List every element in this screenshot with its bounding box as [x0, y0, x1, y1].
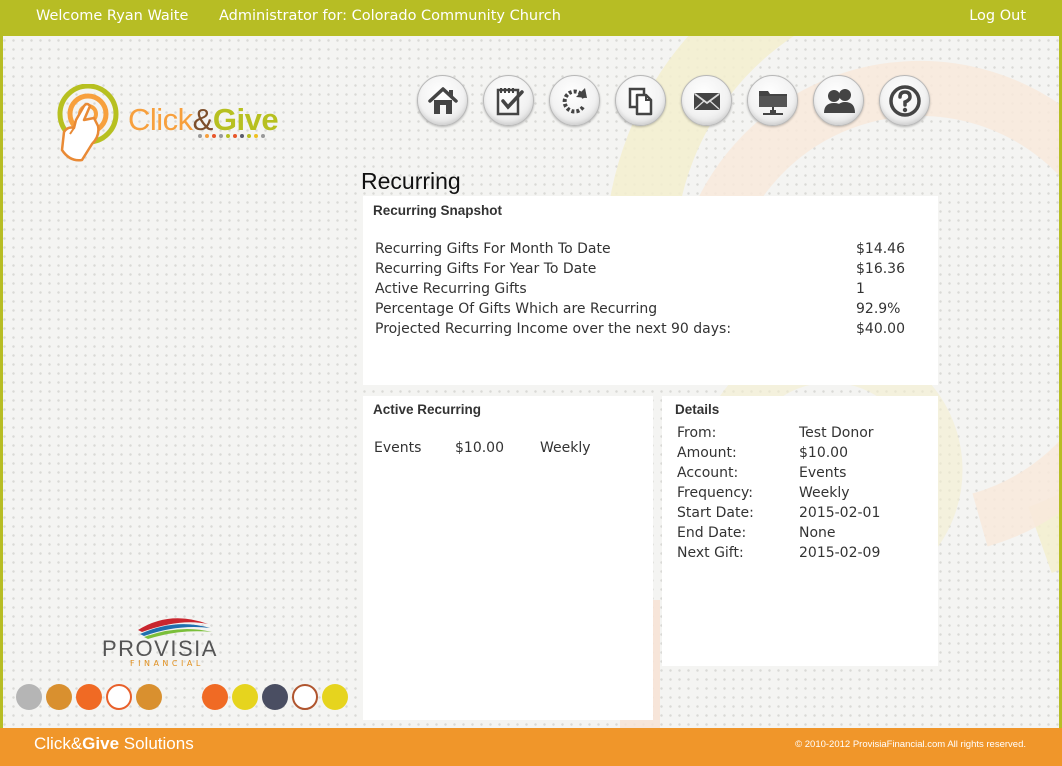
snapshot-row: Projected Recurring Income over the next…	[375, 321, 920, 341]
active-recurring-panel: Active Recurring Events $10.00 Weekly	[363, 396, 653, 720]
color-dot	[232, 684, 258, 710]
active-recurring-heading: Active Recurring	[373, 402, 482, 417]
color-dots-right	[202, 684, 348, 710]
recurring-frequency: Weekly	[540, 440, 591, 456]
provisia-logo: PROVISIA FINANCIAL	[100, 612, 250, 672]
snapshot-label: Recurring Gifts For Year To Date	[375, 261, 597, 277]
footer-brand: Click&Give Solutions	[34, 734, 194, 753]
top-bar: Welcome Ryan Waite Administrator for: Co…	[0, 0, 1062, 36]
color-dot	[322, 684, 348, 710]
color-dot	[16, 684, 42, 710]
snapshot-label: Active Recurring Gifts	[375, 281, 527, 297]
details-heading: Details	[675, 402, 720, 417]
provisia-subtitle: FINANCIAL	[130, 659, 204, 668]
folder-network-button[interactable]	[747, 75, 798, 126]
snapshot-row: Recurring Gifts For Year To Date $16.36	[375, 261, 920, 281]
refresh-icon	[562, 87, 587, 114]
checklist-icon	[496, 87, 524, 115]
detail-row: Next Gift: 2015-02-09	[677, 545, 927, 565]
home-icon	[427, 86, 458, 114]
detail-row: Frequency: Weekly	[677, 485, 927, 505]
logout-link[interactable]: Log Out	[969, 8, 1026, 24]
snapshot-row: Percentage Of Gifts Which are Recurring …	[375, 301, 920, 321]
snapshot-value: $40.00	[856, 321, 905, 337]
detail-value: 2015-02-09	[799, 545, 881, 561]
detail-label: Frequency:	[677, 485, 754, 501]
color-dot	[106, 684, 132, 710]
help-icon	[888, 84, 921, 117]
detail-label: Amount:	[677, 445, 737, 461]
color-dots-left	[16, 684, 162, 710]
details-panel: Details From: Test Donor Amount: $10.00 …	[662, 396, 938, 666]
welcome-text: Welcome Ryan Waite	[36, 8, 189, 24]
color-dot	[76, 684, 102, 710]
mail-icon	[693, 92, 720, 110]
refresh-button[interactable]	[549, 75, 600, 126]
snapshot-value: 92.9%	[856, 301, 901, 317]
recurring-account: Events	[374, 440, 422, 456]
home-button[interactable]	[417, 75, 468, 126]
detail-label: From:	[677, 425, 717, 441]
left-frame	[0, 36, 3, 728]
detail-label: End Date:	[677, 525, 747, 541]
snapshot-value: $14.46	[856, 241, 905, 257]
admin-text: Administrator for: Colorado Community Ch…	[219, 8, 561, 24]
detail-value: Weekly	[799, 485, 850, 501]
copy-icon	[628, 87, 652, 115]
mail-button[interactable]	[681, 75, 732, 126]
footer-bar: Click&Give Solutions © 2010-2012 Provisi…	[0, 728, 1062, 766]
detail-value: Test Donor	[799, 425, 874, 441]
detail-row: From: Test Donor	[677, 425, 927, 445]
color-dot	[136, 684, 162, 710]
color-dot	[292, 684, 318, 710]
detail-value: 2015-02-01	[799, 505, 881, 521]
snapshot-label: Recurring Gifts For Month To Date	[375, 241, 611, 257]
clickgive-logo[interactable]: Click&Give	[54, 83, 314, 174]
detail-value: None	[799, 525, 836, 541]
snapshot-row: Recurring Gifts For Month To Date $14.46	[375, 241, 920, 261]
logo-dots	[198, 134, 265, 138]
snapshot-row: Active Recurring Gifts 1	[375, 281, 920, 301]
click-hand-icon	[57, 83, 119, 162]
active-recurring-row[interactable]: Events $10.00 Weekly	[374, 440, 644, 460]
snapshot-heading: Recurring Snapshot	[373, 203, 503, 218]
copy-button[interactable]	[615, 75, 666, 126]
snapshot-value: 1	[856, 281, 865, 297]
page-title: Recurring	[361, 168, 461, 194]
snapshot-label: Projected Recurring Income over the next…	[375, 321, 732, 337]
detail-value: Events	[799, 465, 847, 481]
detail-row: Amount: $10.00	[677, 445, 927, 465]
snapshot-panel: Recurring Snapshot Recurring Gifts For M…	[363, 196, 938, 385]
folder-network-icon	[758, 90, 787, 115]
detail-row: Account: Events	[677, 465, 927, 485]
detail-row: Start Date: 2015-02-01	[677, 505, 927, 525]
nav-toolbar	[417, 75, 930, 126]
detail-label: Account:	[677, 465, 739, 481]
detail-value: $10.00	[799, 445, 848, 461]
color-dot	[262, 684, 288, 710]
detail-label: Start Date:	[677, 505, 754, 521]
logo-wordmark: Click&Give	[128, 102, 279, 137]
color-dot	[202, 684, 228, 710]
detail-label: Next Gift:	[677, 545, 744, 561]
footer-copyright: © 2010-2012 ProvisiaFinancial.com All ri…	[795, 739, 1026, 750]
detail-row: End Date: None	[677, 525, 927, 545]
checklist-button[interactable]	[483, 75, 534, 126]
recurring-amount: $10.00	[455, 440, 504, 456]
help-button[interactable]	[879, 75, 930, 126]
users-button[interactable]	[813, 75, 864, 126]
color-dot	[46, 684, 72, 710]
snapshot-value: $16.36	[856, 261, 905, 277]
users-icon	[823, 88, 855, 113]
snapshot-label: Percentage Of Gifts Which are Recurring	[375, 301, 658, 317]
